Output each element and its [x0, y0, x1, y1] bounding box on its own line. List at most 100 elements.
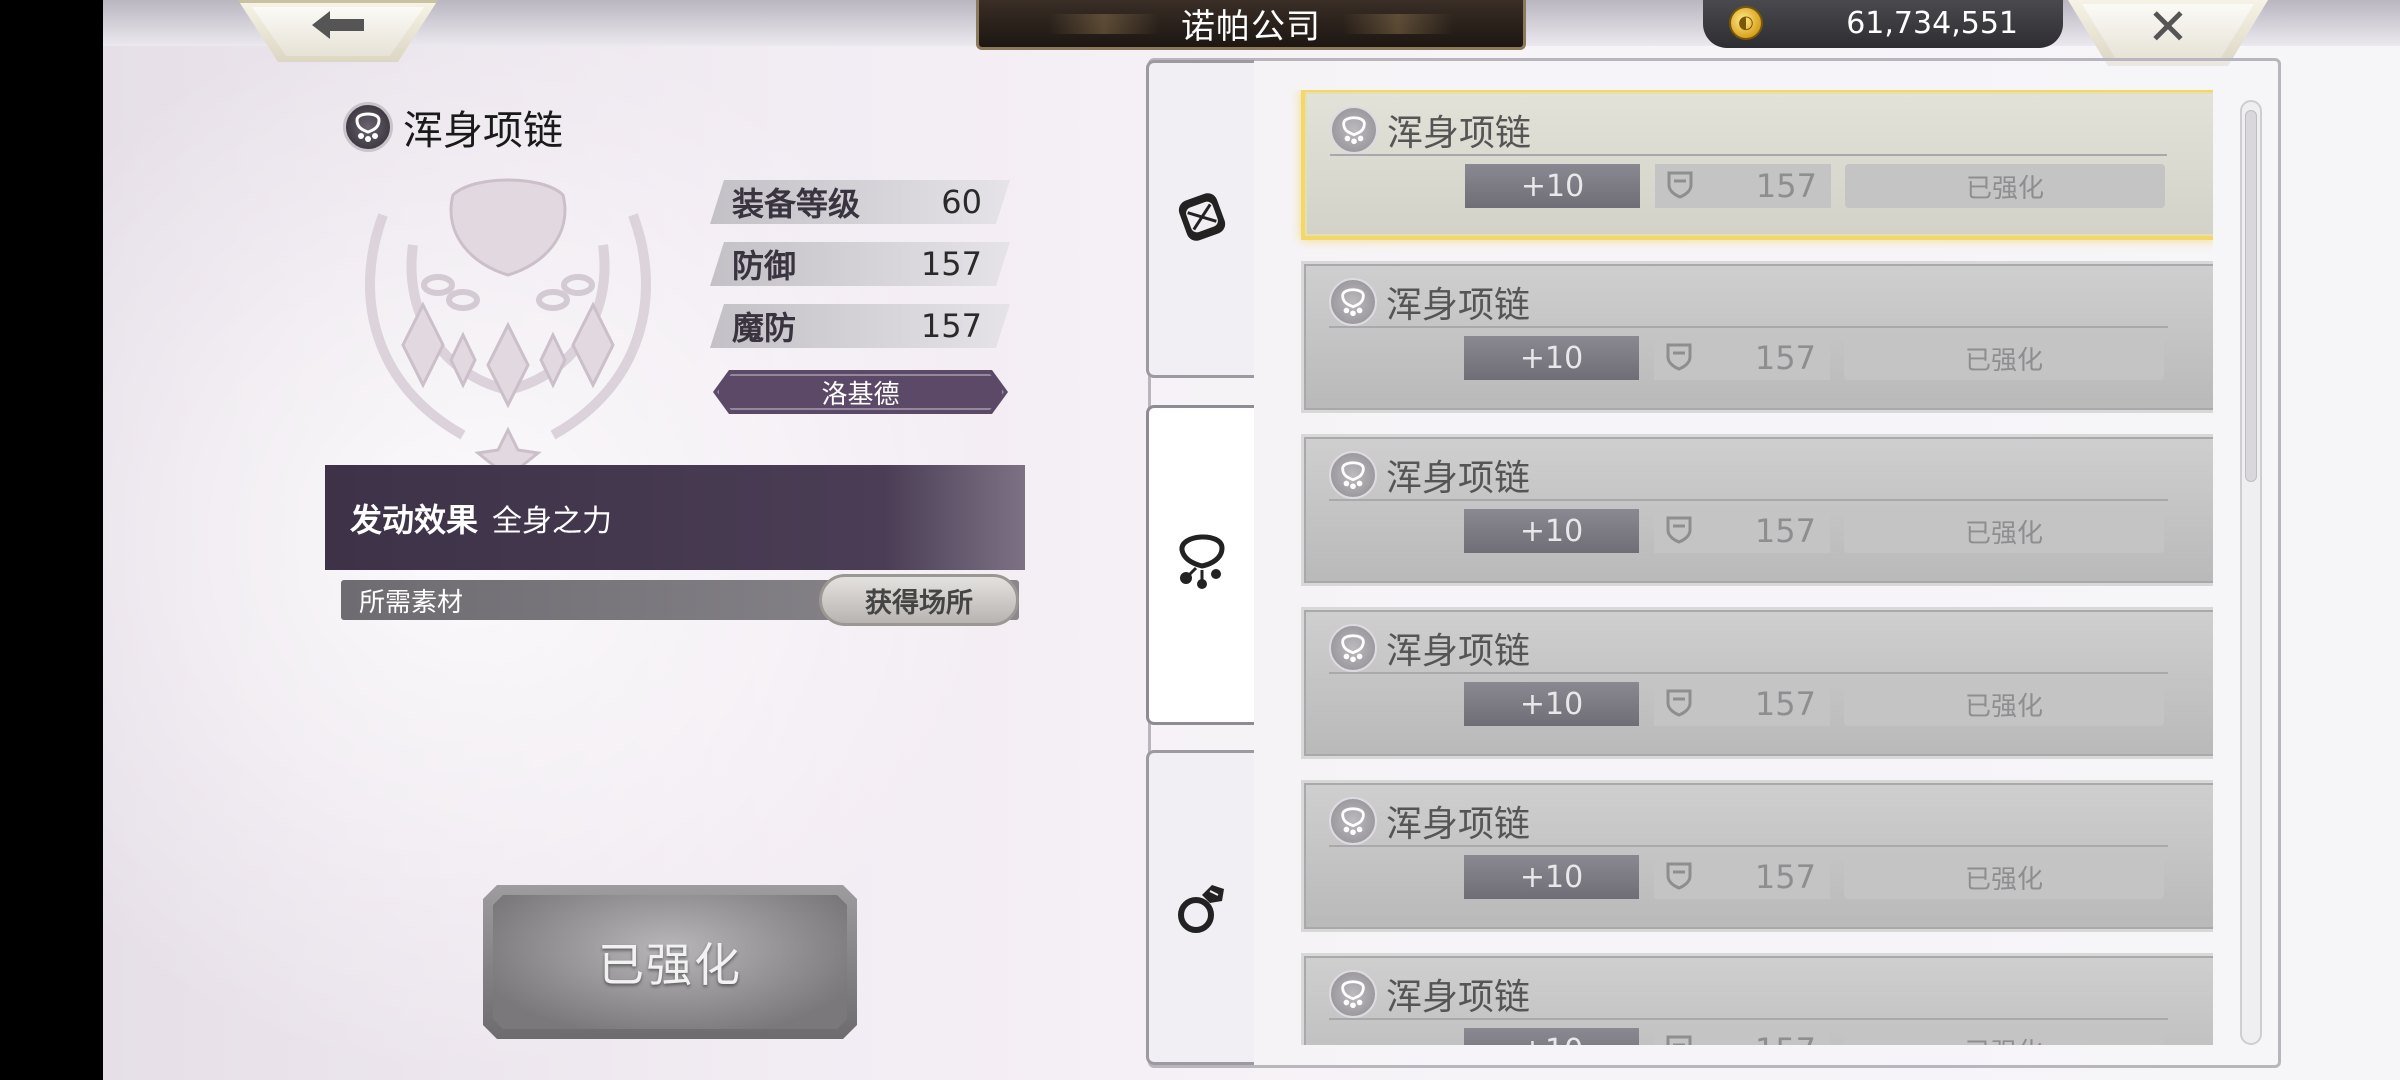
divider — [1330, 154, 2167, 156]
effect-bar: 发动效果 全身之力 — [325, 465, 1025, 570]
stat-value: 157 — [920, 307, 982, 345]
divider — [1329, 1018, 2168, 1020]
effect-value: 全身之力 — [492, 503, 613, 539]
status-badge: 已强化 — [1844, 855, 2164, 899]
defense-value: 157 — [1754, 512, 1816, 550]
stat-defense: 防御 157 — [710, 242, 1010, 286]
enhance-level: +10 — [1464, 855, 1639, 899]
shield-icon — [1664, 514, 1694, 548]
list-item[interactable]: 浑身项链 +10 157 已强化 — [1301, 607, 2213, 759]
close-icon: ✕ — [2147, 0, 2189, 56]
shield-icon — [1664, 687, 1694, 721]
status-text: 已强化 — [1964, 345, 2043, 376]
tab-bracelet[interactable] — [1146, 60, 1254, 378]
enhance-level-value: +10 — [1520, 168, 1585, 204]
source-button[interactable]: 获得场所 — [819, 574, 1019, 626]
title-plate: 诺帕公司 — [976, 0, 1526, 50]
left-arrow-icon — [308, 7, 368, 51]
enhanced-button-label: 已强化 — [598, 938, 742, 992]
page-title: 诺帕公司 — [1181, 7, 1321, 47]
shield-icon — [1664, 860, 1694, 894]
defense-box: 157 — [1654, 855, 1830, 899]
owner-tag: 洛基德 — [713, 370, 1008, 414]
defense-box: 157 — [1654, 1028, 1830, 1045]
gold-coin-icon: ◐ — [1729, 6, 1763, 40]
item-name: 浑身项链 — [1386, 285, 1531, 326]
list-item[interactable]: 浑身项链 +10 157 已强化 — [1301, 90, 2213, 240]
shield-icon — [1664, 341, 1694, 375]
ring-icon — [1172, 871, 1232, 945]
scrollbar-thumb[interactable] — [2245, 110, 2257, 482]
tab-necklace[interactable] — [1146, 405, 1254, 725]
status-text: 已强化 — [1964, 864, 2043, 895]
list-item[interactable]: 浑身项链 +10 157 已强化 — [1301, 434, 2213, 586]
status-badge: 已强化 — [1844, 509, 2164, 553]
necklace-crest-icon — [365, 178, 651, 475]
divider — [1329, 499, 2168, 501]
status-badge: 已强化 — [1844, 682, 2164, 726]
enhance-level-value: +10 — [1519, 340, 1584, 376]
enhance-level: +10 — [1465, 164, 1640, 208]
divider — [1329, 845, 2168, 847]
item-name: 浑身项链 — [1386, 804, 1531, 845]
necklace-icon — [1329, 624, 1377, 672]
list-item[interactable]: 浑身项链 +10 157 已强化 — [1301, 780, 2213, 932]
divider — [1329, 326, 2168, 328]
stat-label: 装备等级 — [732, 185, 861, 223]
tab-ring[interactable] — [1146, 750, 1254, 1065]
category-tabs — [1146, 60, 1254, 1065]
shield-icon — [1664, 1033, 1694, 1045]
stat-value: 60 — [941, 183, 982, 221]
material-label: 所需素材 — [359, 587, 464, 618]
stat-magic-defense: 魔防 157 — [710, 304, 1010, 348]
list-item[interactable]: 浑身项链 +10 157 已强化 — [1301, 953, 2213, 1045]
bracelet-icon — [1172, 182, 1232, 256]
stat-equip-level: 装备等级 60 — [710, 180, 1010, 224]
defense-value: 157 — [1755, 1031, 1816, 1045]
back-button[interactable] — [238, 0, 438, 62]
status-text: 已强化 — [1964, 691, 2043, 722]
defense-value: 157 — [1754, 339, 1816, 377]
item-name: 浑身项链 — [1386, 977, 1531, 1018]
enhance-level: +10 — [1464, 682, 1639, 726]
effect-label: 发动效果 — [350, 500, 479, 539]
enhanced-button[interactable]: 已强化 — [483, 885, 857, 1039]
item-name: 浑身项链 — [403, 108, 563, 154]
necklace-icon — [343, 102, 393, 152]
enhance-level-value: +10 — [1519, 686, 1584, 722]
equipment-list[interactable]: 浑身项链 +10 157 已强化 浑身项链 +10 157 已强化 浑身项链 +10 157 已强化浑… — [1283, 90, 2213, 1045]
item-name: 浑身项链 — [1386, 458, 1531, 499]
status-text: 已强化 — [1965, 1032, 2043, 1046]
enhance-level: +10 — [1464, 509, 1639, 553]
defense-value: 157 — [1754, 685, 1816, 723]
enhance-level-value: +10 — [1519, 859, 1584, 895]
close-button[interactable]: ✕ — [2068, 0, 2268, 66]
defense-value: 157 — [1754, 858, 1816, 896]
source-button-label: 获得场所 — [865, 587, 973, 619]
list-item[interactable]: 浑身项链 +10 157 已强化 — [1301, 261, 2213, 413]
necklace-icon — [1329, 970, 1377, 1018]
defense-value: 157 — [1755, 167, 1817, 205]
defense-box: 157 — [1654, 682, 1830, 726]
list-scrollbar[interactable] — [2240, 100, 2262, 1045]
owner-name: 洛基德 — [821, 379, 900, 410]
necklace-icon — [1329, 797, 1377, 845]
status-badge: 已强化 — [1844, 336, 2164, 380]
stat-value: 157 — [920, 245, 982, 283]
item-title-row: 浑身项链 — [343, 98, 563, 156]
enhance-level: +10 — [1464, 336, 1639, 380]
status-text: 已强化 — [1965, 173, 2044, 204]
coin-amount: 61,734,551 — [1846, 6, 2018, 41]
enhance-level-value: +10 — [1520, 1033, 1583, 1046]
status-text: 已强化 — [1964, 518, 2043, 549]
game-screen: 诺帕公司 ◐ 61,734,551 ✕ 浑身项链 装备等级 60 防御 157 … — [103, 0, 2400, 1080]
status-badge: 已强化 — [1845, 164, 2165, 208]
necklace-icon — [1329, 451, 1377, 499]
enhance-level: +10 — [1464, 1028, 1639, 1045]
defense-box: 157 — [1654, 509, 1830, 553]
defense-box: 157 — [1655, 164, 1831, 208]
shield-icon — [1665, 169, 1695, 203]
divider — [1329, 672, 2168, 674]
enhance-level-value: +10 — [1519, 513, 1584, 549]
necklace-icon — [1330, 106, 1378, 154]
